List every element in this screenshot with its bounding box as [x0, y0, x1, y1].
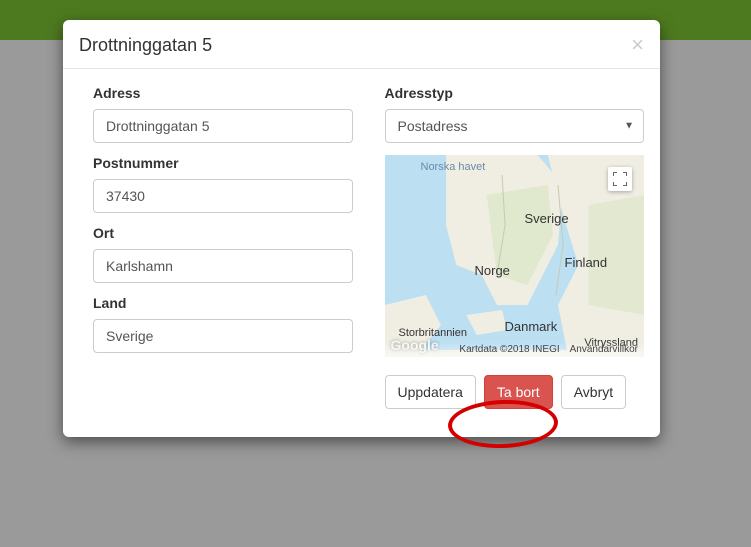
postal-input[interactable]	[93, 179, 353, 213]
form-left-column: Adress Postnummer Ort Land	[93, 85, 353, 409]
type-select[interactable]: Postadress	[385, 109, 645, 143]
map-data-attrib: Kartdata ©2018 INEGI	[459, 344, 559, 355]
modal-header: Drottninggatan 5 ×	[63, 20, 660, 69]
map-fullscreen-button[interactable]	[608, 167, 632, 191]
address-modal: Drottninggatan 5 × Adress Postnummer Ort	[63, 20, 660, 437]
city-group: Ort	[93, 225, 353, 283]
fullscreen-icon	[613, 172, 627, 186]
address-group: Adress	[93, 85, 353, 143]
country-label: Land	[93, 295, 353, 311]
type-label: Adresstyp	[385, 85, 645, 101]
map-country-danmark: Danmark	[505, 319, 558, 334]
modal-body: Adress Postnummer Ort Land	[63, 69, 660, 427]
postal-group: Postnummer	[93, 155, 353, 213]
country-input[interactable]	[93, 319, 353, 353]
type-group: Adresstyp Postadress ▼	[385, 85, 645, 143]
button-row: Uppdatera Ta bort Avbryt	[385, 375, 645, 409]
modal-backdrop: Drottninggatan 5 × Adress Postnummer Ort	[0, 0, 751, 547]
map-terms-link[interactable]: Användarvillkor	[570, 344, 638, 355]
city-input[interactable]	[93, 249, 353, 283]
form-right-column: Adresstyp Postadress ▼	[385, 85, 645, 409]
country-group: Land	[93, 295, 353, 353]
map-country-norge: Norge	[475, 263, 510, 278]
modal-title: Drottninggatan 5	[79, 35, 212, 56]
cancel-button[interactable]: Avbryt	[561, 375, 626, 409]
update-button[interactable]: Uppdatera	[385, 375, 476, 409]
map-sea-label: Norska havet	[421, 161, 486, 173]
map-country-finland: Finland	[565, 255, 608, 270]
delete-button[interactable]: Ta bort	[484, 375, 553, 409]
address-label: Adress	[93, 85, 353, 101]
map-country-sverige: Sverige	[525, 211, 569, 226]
city-label: Ort	[93, 225, 353, 241]
address-input[interactable]	[93, 109, 353, 143]
map-attribution: Kartdata ©2018 INEGI Användarvillkor	[385, 342, 645, 357]
close-icon[interactable]: ×	[631, 34, 644, 56]
postal-label: Postnummer	[93, 155, 353, 171]
map-widget[interactable]: Norska havet Sverige Norge Finland Danma…	[385, 155, 645, 357]
